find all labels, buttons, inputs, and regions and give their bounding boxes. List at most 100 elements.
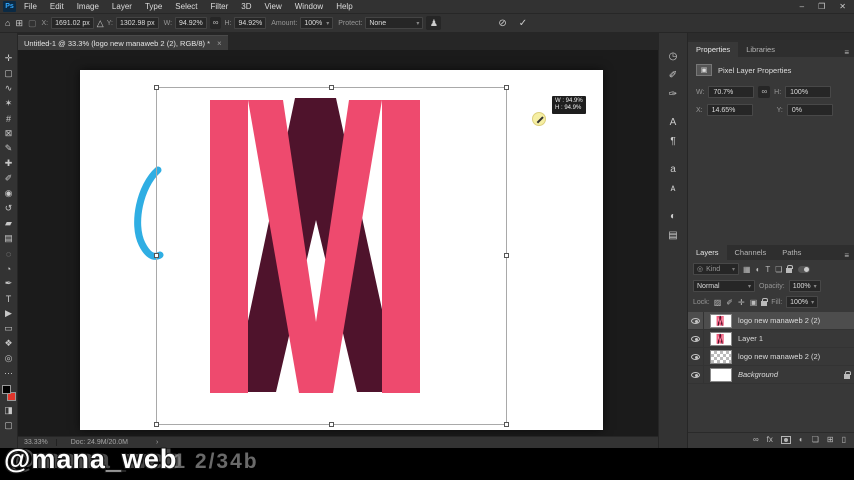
layer-thumbnail[interactable]	[710, 349, 732, 364]
tab-libraries[interactable]: Libraries	[738, 42, 783, 57]
delete-layer-icon[interactable]: ▯	[842, 435, 846, 444]
canvas-area[interactable]: W : 94.9% H : 94.9%	[18, 50, 658, 436]
transform-handle[interactable]	[154, 85, 159, 90]
filter-adjustment-layers-icon[interactable]: ◐	[756, 265, 761, 274]
layer-name[interactable]: logo new manaweb 2 (2)	[738, 316, 850, 325]
protect-skin-tones-icon[interactable]: ♟	[426, 16, 442, 30]
opacity-field[interactable]: 100% ▾	[788, 280, 821, 292]
menu-select[interactable]: Select	[175, 2, 197, 11]
layer-visibility-eye-icon[interactable]	[691, 371, 700, 378]
layer-thumbnail[interactable]	[710, 331, 732, 346]
layer-row[interactable]: Background	[688, 366, 854, 384]
fill-field[interactable]: 100% ▾	[786, 296, 819, 308]
blend-mode-dropdown[interactable]: Normal ▾	[693, 280, 755, 292]
lock-artboard-icon[interactable]: ▣	[750, 298, 758, 307]
info-panel-icon[interactable]: ▤	[662, 226, 684, 245]
tab-channels[interactable]: Channels	[727, 245, 775, 260]
prop-height-field[interactable]: 100%	[785, 86, 832, 98]
quick-mask-icon[interactable]: ◨	[1, 403, 17, 418]
transform-bounding-box[interactable]	[154, 85, 509, 427]
commit-transform-button[interactable]: ✓	[519, 18, 527, 29]
layer-row[interactable]: logo new manaweb 2 (2)	[688, 348, 854, 366]
layer-name[interactable]: logo new manaweb 2 (2)	[738, 352, 850, 361]
layer-visibility-eye-icon[interactable]	[691, 353, 700, 360]
width-field[interactable]: 94.92%	[175, 17, 207, 29]
lock-position-icon[interactable]: ✛	[738, 298, 745, 307]
menu-help[interactable]: Help	[336, 2, 352, 11]
gradient-tool[interactable]: ▤	[1, 231, 17, 246]
minimize-button[interactable]: –	[800, 2, 804, 11]
hand-tool[interactable]: ❖	[1, 336, 17, 351]
prop-x-field[interactable]: 14.65%	[706, 104, 753, 116]
menu-filter[interactable]: Filter	[211, 2, 229, 11]
lock-all-icon[interactable]	[761, 298, 769, 306]
maintain-aspect-ratio-icon[interactable]: ∞	[209, 17, 222, 29]
frame-tool[interactable]: ⊠	[1, 126, 17, 141]
link-dimensions-icon[interactable]: ∞	[758, 86, 771, 98]
panel-menu-icon[interactable]: ≡	[844, 48, 849, 57]
transform-handle[interactable]	[154, 253, 159, 258]
restore-button[interactable]: ❐	[818, 2, 825, 11]
lock-pixels-icon[interactable]: ✐	[726, 298, 733, 307]
layer-effects-icon[interactable]: fx	[767, 435, 773, 444]
crop-tool[interactable]: #	[1, 111, 17, 126]
screen-mode-icon[interactable]: ▢	[1, 418, 17, 433]
menu-file[interactable]: File	[24, 2, 37, 11]
rectangular-marquee-tool[interactable]: ▢	[1, 66, 17, 81]
pen-tool[interactable]: ✒	[1, 276, 17, 291]
dodge-tool[interactable]: ◔	[1, 261, 17, 276]
adjustment-layer-icon[interactable]: ◐	[799, 435, 804, 444]
filter-pixel-layers-icon[interactable]: ▦	[743, 265, 751, 274]
filter-type-layers-icon[interactable]: T	[765, 265, 770, 274]
layer-name[interactable]: Background	[738, 370, 844, 379]
tool-presets-panel-icon[interactable]: ✑	[662, 85, 684, 104]
paragraph-panel-icon[interactable]: ¶	[662, 132, 684, 151]
adjustments-panel-icon[interactable]: ◐	[662, 207, 684, 226]
menu-type[interactable]: Type	[145, 2, 162, 11]
filter-toggle-switch[interactable]	[798, 265, 811, 273]
brush-settings-panel-icon[interactable]: ✐	[662, 66, 684, 85]
lock-transparent-icon[interactable]: ▨	[714, 298, 722, 307]
layer-row[interactable]: logo new manaweb 2 (2)	[688, 312, 854, 330]
history-panel-icon[interactable]: ◷	[662, 47, 684, 66]
y-position-field[interactable]: 1302.98 px	[115, 17, 159, 29]
amount-dropdown[interactable]: 100% ▾	[300, 17, 334, 29]
transform-handle[interactable]	[504, 85, 509, 90]
transform-handle[interactable]	[504, 253, 509, 258]
prop-width-field[interactable]: 70.7%	[708, 86, 755, 98]
zoom-tool[interactable]: ◎	[1, 351, 17, 366]
blur-tool[interactable]: ◌	[1, 246, 17, 261]
layer-thumbnail[interactable]	[710, 367, 732, 382]
menu-edit[interactable]: Edit	[50, 2, 64, 11]
reference-point-icon[interactable]: ⊞	[15, 18, 23, 29]
new-layer-icon[interactable]: ⊞	[827, 435, 834, 444]
layer-search-box[interactable]: ◎ Kind ▾	[693, 263, 739, 275]
close-tab-icon[interactable]: ×	[217, 39, 222, 48]
height-field[interactable]: 94.92%	[234, 17, 267, 29]
prop-y-field[interactable]: 0%	[786, 104, 833, 116]
menu-layer[interactable]: Layer	[112, 2, 132, 11]
toggle-reference-checkbox[interactable]: ▢	[28, 18, 37, 29]
path-selection-tool[interactable]: ▶	[1, 306, 17, 321]
document-canvas[interactable]: W : 94.9% H : 94.9%	[80, 70, 603, 430]
edit-toolbar[interactable]: ⋯	[1, 366, 17, 381]
eraser-tool[interactable]: ▰	[1, 216, 17, 231]
layer-visibility-eye-icon[interactable]	[691, 317, 700, 324]
lasso-tool[interactable]: ∿	[1, 81, 17, 96]
close-button[interactable]: ✕	[839, 2, 846, 11]
layer-group-icon[interactable]: ❏	[812, 435, 819, 444]
tab-paths[interactable]: Paths	[774, 245, 809, 260]
transform-handle[interactable]	[328, 422, 334, 427]
transform-handle[interactable]	[504, 422, 509, 427]
layer-row[interactable]: Layer 1	[688, 330, 854, 348]
document-tab[interactable]: Untitled-1 @ 33.3% (logo new manaweb 2 (…	[18, 35, 228, 50]
transform-handle[interactable]	[154, 422, 159, 427]
layer-name[interactable]: Layer 1	[738, 334, 850, 343]
move-tool[interactable]: ✛	[1, 51, 17, 66]
layer-thumbnail[interactable]	[710, 313, 732, 328]
menu-3d[interactable]: 3D	[241, 2, 251, 11]
glyphs-panel-icon[interactable]: a	[662, 160, 684, 179]
healing-brush-tool[interactable]: ✚	[1, 156, 17, 171]
home-icon[interactable]: ⌂	[5, 18, 10, 28]
menu-view[interactable]: View	[265, 2, 282, 11]
